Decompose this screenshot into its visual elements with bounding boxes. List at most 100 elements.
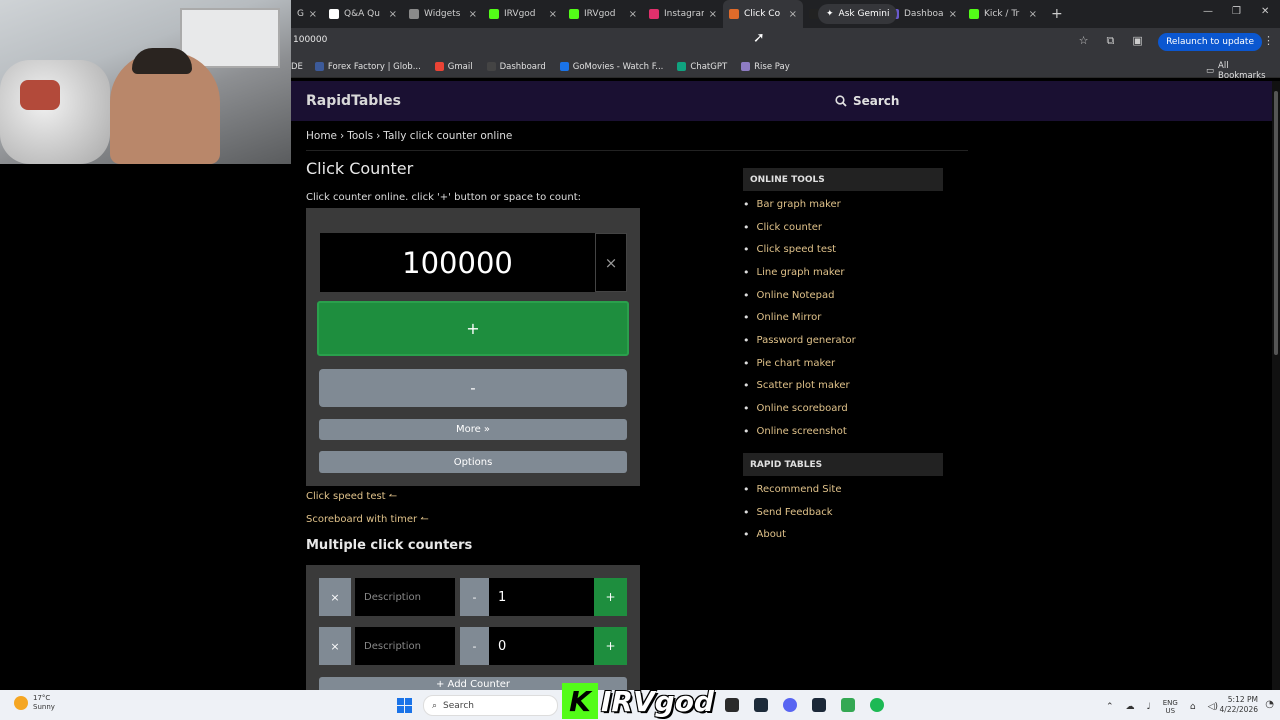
sidebar-link[interactable]: Online Notepad <box>743 284 856 307</box>
tab-active[interactable]: Click Co × <box>723 0 803 28</box>
url-input[interactable]: 100000 <box>293 35 327 45</box>
rapid-tables-heading: RAPID TABLES <box>743 453 943 476</box>
steam-icon[interactable] <box>812 698 826 712</box>
taskbar-search[interactable]: ⌕ Search <box>423 695 558 716</box>
remove-counter-button[interactable]: × <box>319 627 351 665</box>
page-scrollbar[interactable] <box>1272 81 1280 690</box>
tray-app-icon[interactable]: ☁ <box>1126 702 1135 712</box>
row-decrement-button[interactable]: - <box>460 627 489 665</box>
volume-icon[interactable]: ◁) <box>1208 702 1218 712</box>
counter-row: × Description - 1 + <box>319 578 627 616</box>
tab-close-icon[interactable]: × <box>309 9 317 20</box>
tab-close-icon[interactable]: × <box>389 9 397 20</box>
row-increment-button[interactable]: + <box>594 578 627 616</box>
sidebar-link[interactable]: Click counter <box>743 216 856 239</box>
tab[interactable]: Widgets × <box>403 0 483 28</box>
sidebar-link[interactable]: Password generator <box>743 329 856 352</box>
language-indicator[interactable]: ENG US <box>1163 699 1178 715</box>
tab[interactable]: IRVgod × <box>563 0 643 28</box>
breadcrumb-home[interactable]: Home <box>306 130 337 142</box>
tab-close-icon[interactable]: × <box>469 9 477 20</box>
sidebar-link[interactable]: Bar graph maker <box>743 193 856 216</box>
site-search-button[interactable]: Search <box>835 94 899 108</box>
network-icon[interactable]: ⌂ <box>1190 702 1196 712</box>
tab[interactable]: Q&A Qu × <box>323 0 403 28</box>
tab-close-icon[interactable]: × <box>949 9 957 20</box>
row-decrement-button[interactable]: - <box>460 578 489 616</box>
minimize-icon[interactable]: — <box>1203 6 1213 17</box>
new-tab-button[interactable]: + <box>1043 6 1071 22</box>
shield-app-icon[interactable] <box>841 698 855 712</box>
discord-icon[interactable] <box>783 698 797 712</box>
tab-close-icon[interactable]: × <box>629 9 637 20</box>
tab-label: IRVgod <box>584 9 616 19</box>
click-speed-test-link[interactable]: Click speed test ↼ <box>306 491 397 502</box>
site-logo[interactable]: RapidTables <box>306 93 401 109</box>
app-icon[interactable] <box>725 698 739 712</box>
address-bar: 100000 ➚ ☆ ⧉ ▣ ≡ i Relaunch to update ⋮ <box>291 28 1280 56</box>
sidebar-link[interactable]: Line graph maker <box>743 261 856 284</box>
scoreboard-timer-link[interactable]: Scoreboard with timer ↼ <box>306 514 429 525</box>
bookmark-item[interactable]: ChatGPT <box>677 62 727 72</box>
bookmark-item[interactable]: Gmail <box>434 62 473 72</box>
sidebar-link[interactable]: About <box>743 523 841 546</box>
bookmark-star-icon[interactable]: ☆ <box>1079 34 1089 48</box>
sidebar-link[interactable]: Scatter plot maker <box>743 375 856 398</box>
online-tools-list: Bar graph makerClick counterClick speed … <box>743 193 856 443</box>
clock[interactable]: 5:12 PM 4/22/2026 <box>1220 695 1258 715</box>
more-button[interactable]: More » <box>319 419 627 440</box>
sidebar-link[interactable]: Recommend Site <box>743 478 842 501</box>
tray-chevron-icon[interactable]: ⌃ <box>1106 702 1114 712</box>
tab-search-icon[interactable]: ▣ <box>1132 34 1142 48</box>
app-icon[interactable] <box>754 698 768 712</box>
remove-counter-button[interactable]: × <box>319 578 351 616</box>
breadcrumb-tools[interactable]: Tools <box>347 130 373 142</box>
tab-close-icon[interactable]: × <box>1029 9 1037 20</box>
sidebar-link[interactable]: Send Feedback <box>743 501 841 524</box>
tab[interactable]: Ge × <box>291 0 323 28</box>
tab-close-icon[interactable]: × <box>549 9 557 20</box>
weather-widget[interactable]: 17°C Sunny <box>14 694 55 712</box>
sidebar-link[interactable]: Pie chart maker <box>743 352 856 375</box>
decrement-button[interactable]: - <box>319 369 627 407</box>
all-bookmarks-button[interactable]: ▭ All Bookmarks <box>1206 61 1274 81</box>
close-window-icon[interactable]: ✕ <box>1261 6 1269 17</box>
row-count-value[interactable]: 0 <box>489 627 594 665</box>
sidebar-link[interactable]: Click speed test <box>743 238 856 261</box>
tab[interactable]: IRVgod × <box>483 0 563 28</box>
extensions-icon[interactable]: ⧉ <box>1107 34 1115 48</box>
tab[interactable]: Kick / Tr × <box>963 0 1043 28</box>
reset-counter-button[interactable]: × <box>595 233 627 292</box>
notification-icon[interactable]: ◔ <box>1265 699 1274 710</box>
relaunch-button[interactable]: Relaunch to update <box>1158 33 1262 51</box>
microphone-icon[interactable]: ♩ <box>1147 702 1151 712</box>
tab-favicon-icon <box>329 9 339 19</box>
ask-gemini-button[interactable]: ✦ Ask Gemini <box>818 4 898 24</box>
bookmarks-bar: DE Forex Factory | Glob... Gmail Dashboard… <box>291 56 1280 78</box>
tab-close-icon[interactable]: × <box>789 9 797 20</box>
bookmark-prefix[interactable]: DE <box>291 62 303 72</box>
options-button[interactable]: Options <box>319 451 627 473</box>
spotify-icon[interactable] <box>870 698 884 712</box>
bookmark-item[interactable]: Rise Pay <box>741 62 790 72</box>
restore-icon[interactable]: ❐ <box>1232 6 1241 17</box>
bookmark-item[interactable]: Forex Factory | Glob... <box>314 62 421 72</box>
clock-date: 4/22/2026 <box>1219 705 1258 714</box>
sidebar-link[interactable]: Online scoreboard <box>743 397 856 420</box>
windows-start-icon[interactable] <box>397 698 412 713</box>
description-input[interactable]: Description <box>355 627 455 665</box>
tab-close-icon[interactable]: × <box>709 9 717 20</box>
tab[interactable]: Instagram × <box>643 0 723 28</box>
scrollbar-thumb[interactable] <box>1274 91 1278 355</box>
page-title: Click Counter <box>306 159 414 178</box>
menu-icon[interactable]: ⋮ <box>1263 34 1274 47</box>
bookmark-item[interactable]: Dashboard <box>486 62 546 72</box>
bookmark-item[interactable]: GoMovies - Watch F... <box>559 62 663 72</box>
search-icon <box>835 95 847 107</box>
description-input[interactable]: Description <box>355 578 455 616</box>
sidebar-link[interactable]: Online Mirror <box>743 306 856 329</box>
increment-button[interactable]: + <box>317 301 629 356</box>
sidebar-link[interactable]: Online screenshot <box>743 420 856 443</box>
row-increment-button[interactable]: + <box>594 627 627 665</box>
row-count-value[interactable]: 1 <box>489 578 594 616</box>
